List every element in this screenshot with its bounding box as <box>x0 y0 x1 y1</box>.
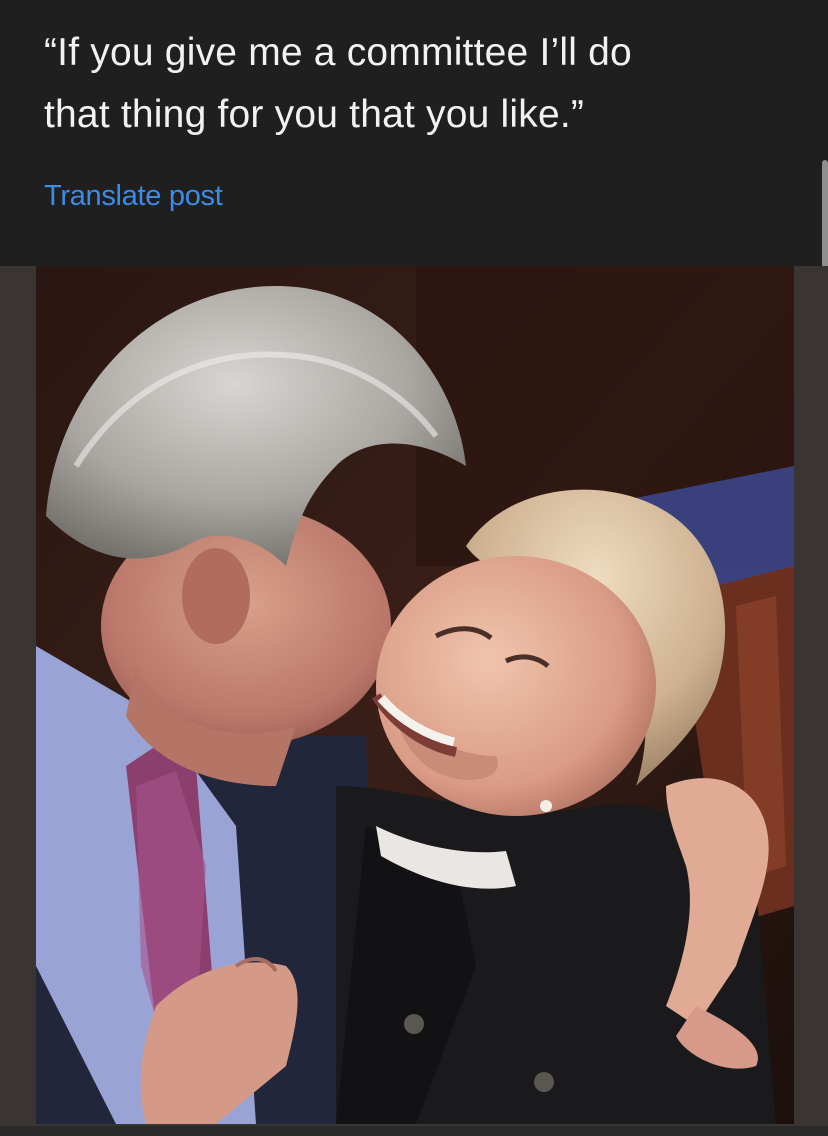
post-text: “If you give me a committee I’ll do that… <box>44 31 632 136</box>
post-view: “If you give me a committee I’ll do that… <box>0 0 828 1136</box>
post-header: “If you give me a committee I’ll do that… <box>0 0 828 266</box>
translate-post-link[interactable]: Translate post <box>44 176 223 216</box>
photo-illustration <box>36 266 794 1124</box>
media-container[interactable] <box>0 266 828 1126</box>
bottom-divider <box>0 1126 828 1136</box>
post-photo[interactable] <box>36 266 794 1124</box>
